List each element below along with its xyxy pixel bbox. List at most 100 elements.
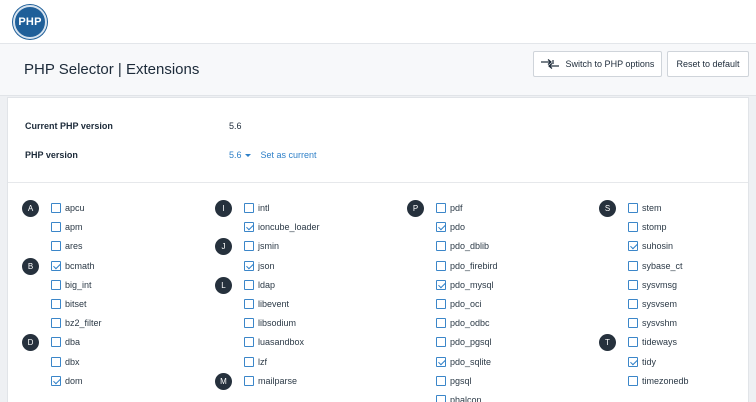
extension-item-timezonedb[interactable]: timezonedb	[628, 375, 689, 387]
extension-checkbox[interactable]	[436, 318, 446, 329]
extension-item-pdo-firebird[interactable]: pdo_firebird	[436, 260, 498, 272]
extension-item-libsodium[interactable]: libsodium	[244, 317, 296, 329]
extension-item-stem[interactable]: stem	[628, 202, 662, 214]
extension-label: dba	[65, 337, 81, 348]
extension-item-ares[interactable]: ares	[51, 240, 83, 252]
extension-checkbox[interactable]	[436, 203, 446, 213]
extension-item-sybase-ct[interactable]: sybase_ct	[628, 260, 683, 272]
extension-checkbox[interactable]	[51, 222, 61, 233]
extension-item-ioncube-loader[interactable]: ioncube_loader	[244, 221, 320, 233]
extension-checkbox[interactable]	[244, 241, 254, 252]
extension-checkbox[interactable]	[436, 299, 446, 309]
extension-item-mailparse[interactable]: mailparse	[244, 375, 297, 387]
extension-checkbox[interactable]	[244, 222, 254, 233]
php-logo[interactable]: PHP	[13, 5, 47, 39]
extension-checkbox[interactable]	[436, 260, 446, 271]
extension-checkbox[interactable]	[628, 279, 638, 290]
extension-item-big-int[interactable]: big_int	[51, 279, 92, 291]
extension-item-jsmin[interactable]: jsmin	[244, 240, 279, 252]
extension-checkbox[interactable]	[628, 356, 638, 367]
extension-item-apm[interactable]: apm	[51, 221, 83, 233]
extension-item-pdo-odbc[interactable]: pdo_odbc	[436, 317, 490, 329]
extension-item-pdo-sqlite[interactable]: pdo_sqlite	[436, 356, 491, 368]
extension-item-pdo-mysql[interactable]: pdo_mysql	[436, 279, 494, 291]
extension-checkbox[interactable]	[436, 222, 446, 233]
extension-item-dba[interactable]: dba	[51, 336, 80, 348]
extension-checkbox[interactable]	[628, 299, 638, 309]
extension-checkbox[interactable]	[244, 299, 254, 309]
extension-checkbox[interactable]	[244, 375, 254, 386]
extension-checkbox[interactable]	[436, 395, 446, 402]
extension-item-dbx[interactable]: dbx	[51, 356, 80, 368]
extension-checkbox[interactable]	[628, 318, 638, 329]
extension-item-luasandbox[interactable]: luasandbox	[244, 336, 304, 348]
extension-checkbox[interactable]	[628, 375, 638, 386]
extension-checkbox[interactable]	[51, 279, 61, 290]
extension-checkbox[interactable]	[51, 318, 61, 329]
extension-label: dbx	[65, 356, 80, 367]
extension-item-pdo-dblib[interactable]: pdo_dblib	[436, 240, 489, 252]
extension-item-tideways[interactable]: tideways	[628, 336, 677, 348]
extension-item-libevent[interactable]: libevent	[244, 298, 289, 310]
extension-checkbox[interactable]	[51, 337, 61, 348]
letter-badge-t: T	[599, 334, 616, 352]
extension-checkbox[interactable]	[244, 356, 254, 367]
reset-to-default-button[interactable]: Reset to default	[667, 51, 749, 77]
extensions-card: Current PHP version 5.6 PHP version 5.6 …	[7, 97, 749, 402]
extension-checkbox[interactable]	[51, 375, 61, 386]
extension-item-sysvsem[interactable]: sysvsem	[628, 298, 677, 310]
extension-item-json[interactable]: json	[244, 260, 275, 272]
extension-checkbox[interactable]	[628, 241, 638, 252]
extension-item-pdo[interactable]: pdo	[436, 221, 465, 233]
chevron-down-icon[interactable]	[244, 153, 251, 157]
extension-item-bcmath[interactable]: bcmath	[51, 260, 95, 272]
extension-item-bz2-filter[interactable]: bz2_filter	[51, 317, 102, 329]
extension-item-dom[interactable]: dom	[51, 375, 83, 387]
letter-badge-l: L	[215, 276, 232, 294]
extension-item-lzf[interactable]: lzf	[244, 356, 267, 368]
extension-label: pdf	[450, 203, 463, 213]
extension-label: timezonedb	[642, 375, 689, 386]
extension-checkbox[interactable]	[51, 203, 61, 213]
extension-item-apcu[interactable]: apcu	[51, 202, 85, 214]
extension-checkbox[interactable]	[628, 260, 638, 271]
extension-item-ldap[interactable]: ldap	[244, 279, 275, 291]
extension-checkbox[interactable]	[628, 203, 638, 213]
extension-label: json	[258, 260, 275, 271]
extension-label: mailparse	[258, 375, 298, 386]
php-version-dropdown[interactable]: 5.6	[229, 150, 242, 160]
extension-item-pgsql[interactable]: pgsql	[436, 375, 472, 387]
extension-checkbox[interactable]	[51, 299, 61, 309]
extension-checkbox[interactable]	[244, 318, 254, 329]
extension-item-stomp[interactable]: stomp	[628, 221, 667, 233]
extension-item-tidy[interactable]: tidy	[628, 356, 656, 368]
extension-item-pdo-oci[interactable]: pdo_oci	[436, 298, 482, 310]
switch-to-php-options-button[interactable]: Switch to PHP options	[533, 51, 662, 77]
extension-checkbox[interactable]	[436, 279, 446, 290]
divider	[8, 182, 748, 183]
extension-checkbox[interactable]	[244, 260, 254, 271]
extension-item-sysvmsg[interactable]: sysvmsg	[628, 279, 677, 291]
extension-item-pdo-pgsql[interactable]: pdo_pgsql	[436, 336, 492, 348]
extension-checkbox[interactable]	[628, 337, 638, 348]
extension-item-intl[interactable]: intl	[244, 202, 270, 214]
extension-checkbox[interactable]	[436, 356, 446, 367]
extension-checkbox[interactable]	[436, 241, 446, 252]
extension-checkbox[interactable]	[436, 337, 446, 348]
extension-item-bitset[interactable]: bitset	[51, 298, 87, 310]
extension-checkbox[interactable]	[51, 356, 61, 367]
extension-checkbox[interactable]	[628, 222, 638, 233]
extension-checkbox[interactable]	[244, 203, 254, 213]
set-as-current-link[interactable]: Set as current	[261, 150, 317, 160]
extension-item-sysvshm[interactable]: sysvshm	[628, 317, 677, 329]
extension-item-pdf[interactable]: pdf	[436, 202, 463, 214]
extension-checkbox[interactable]	[51, 241, 61, 252]
extension-checkbox[interactable]	[244, 337, 254, 348]
extension-checkbox[interactable]	[436, 375, 446, 386]
extension-label: intl	[258, 203, 270, 213]
extension-item-phalcon[interactable]: phalcon	[436, 394, 482, 402]
extension-item-suhosin[interactable]: suhosin	[628, 240, 673, 252]
extension-checkbox[interactable]	[51, 260, 61, 271]
extension-checkbox[interactable]	[244, 279, 254, 290]
extension-label: pdo_mysql	[450, 279, 494, 290]
